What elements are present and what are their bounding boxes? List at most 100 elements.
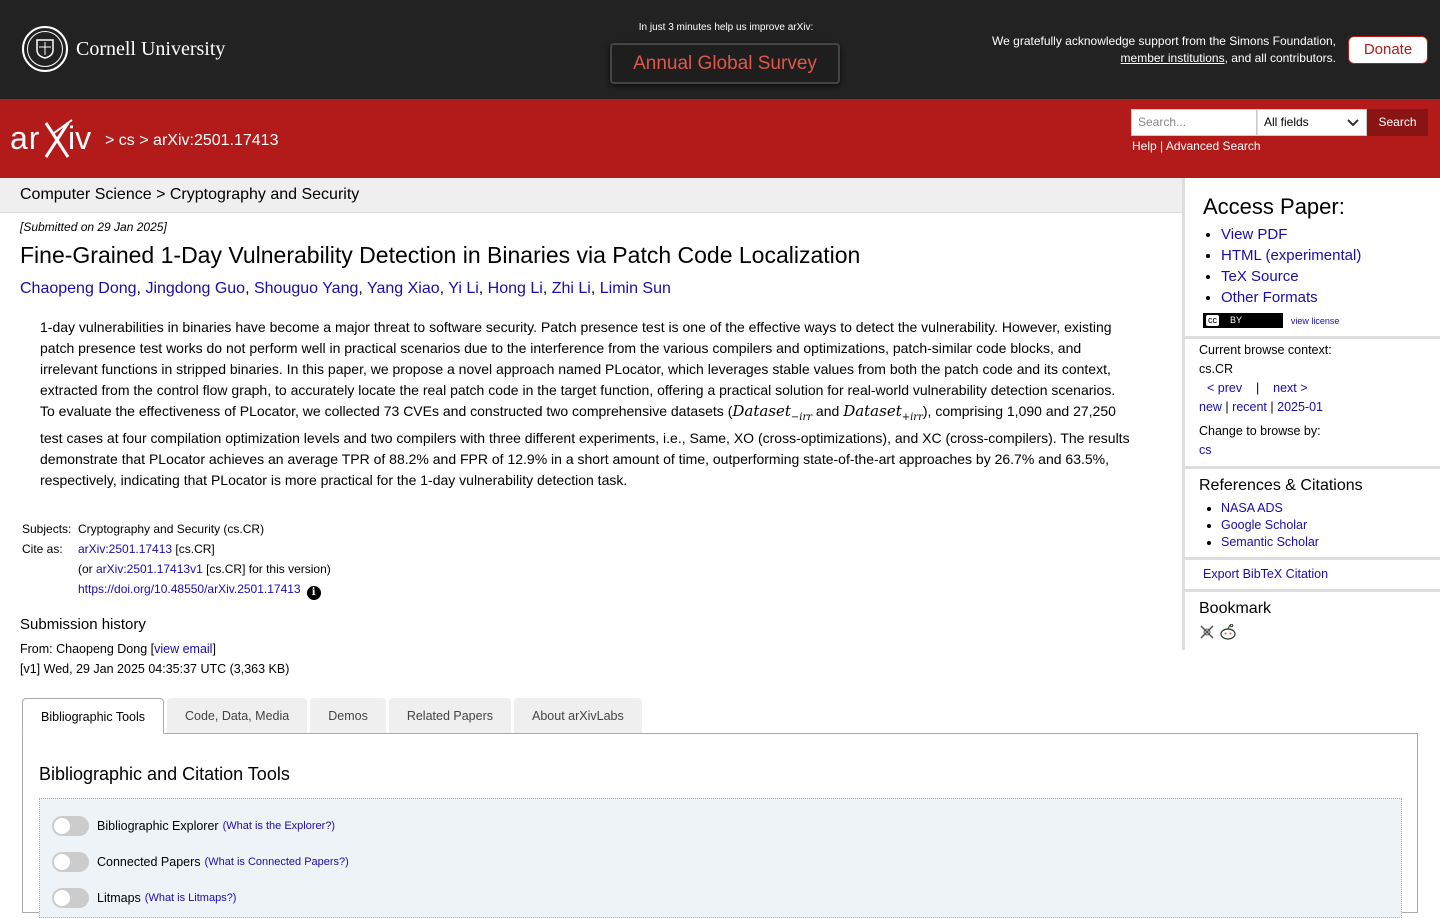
cornell-name: Cornell University [76,37,226,60]
annual-survey-button[interactable]: Annual Global Survey [610,43,840,84]
tab-related-papers[interactable]: Related Papers [388,698,511,734]
tab-panel: Bibliographic and Citation Tools Bibliog… [22,733,1418,918]
author-link[interactable]: Chaopeng Dong [20,280,137,297]
separator: | [1225,399,1229,414]
search-button[interactable]: Search [1367,109,1428,136]
category-header: Computer Science > Cryptography and Secu… [0,178,1182,213]
paper-title: Fine-Grained 1-Day Vulnerability Detecti… [20,242,861,268]
author-link[interactable]: Limin Sun [600,280,671,297]
litmaps-toggle[interactable] [52,888,89,908]
arxiv-header: ar iv > cs > arXiv:2501.17413 Search... … [0,99,1440,178]
month-link[interactable]: 2025-01 [1277,400,1323,414]
author-list: Chaopeng Dong, Jingdong Guo, Shouguo Yan… [20,280,671,297]
cc-by-license-icon[interactable]: cc BY [1203,312,1283,328]
author-link[interactable]: Yi Li [448,280,479,297]
browse-cs-link[interactable]: cs [1199,443,1212,457]
search-field-select[interactable]: All fields [1257,109,1367,136]
browse-context-value: cs.CR [1199,361,1234,376]
math-dataset-irr-plus: Dataset+irr [843,402,923,423]
tool-info-link[interactable]: (What is the Explorer?) [223,820,335,832]
history-bracket: ] [212,642,216,656]
author-link[interactable]: Yang Xiao [367,280,440,297]
abstract-text: and [812,403,844,419]
prev-link[interactable]: < prev [1207,381,1242,395]
math-dataset-irr-minus: Dataset−irr [732,402,813,423]
abstract-paragraph: 1-day vulnerabilities in binaries have b… [40,319,1116,398]
html-link[interactable]: HTML (experimental) [1221,247,1361,264]
view-email-link[interactable]: view email [154,642,212,656]
cornell-seal-icon [22,26,68,72]
breadcrumb-paper-id: arXiv:2501.17413 [153,132,279,149]
submission-date: [Submitted on 29 Jan 2025] [20,220,167,234]
subjects-label: Subjects: [22,522,72,536]
breadcrumb-cs[interactable]: cs [119,132,135,149]
tool-label: Litmaps [97,891,141,905]
list-item: HTML (experimental) [1221,245,1426,266]
list-item: Google Scholar [1221,517,1426,534]
other-formats-link[interactable]: Other Formats [1221,289,1318,306]
export-section: Export BibTeX Citation [1185,560,1440,592]
next-link[interactable]: next > [1273,381,1307,395]
google-scholar-link[interactable]: Google Scholar [1221,518,1307,532]
separator: | [1270,399,1274,414]
doi-link[interactable]: https://doi.org/10.48550/arXiv.2501.1741… [78,582,301,596]
tool-label: Bibliographic Explorer [97,819,219,833]
tex-source-link[interactable]: TeX Source [1221,268,1299,285]
author-link[interactable]: Zhi Li [552,280,591,297]
license-row: cc BY view license [1199,311,1426,328]
export-bibtex-link[interactable]: Export BibTeX Citation [1203,567,1328,581]
member-institutions-link[interactable]: member institutions [1121,51,1225,65]
search-input[interactable]: Search... [1131,109,1257,136]
author-link[interactable]: Hong Li [488,280,543,297]
search-links: Help | Advanced Search [1132,139,1261,153]
cite-version-link[interactable]: arXiv:2501.17413v1 [96,562,203,576]
view-pdf-link[interactable]: View PDF [1221,226,1287,243]
support-text: We gratefully acknowledge support from t… [992,33,1336,67]
advanced-search-link[interactable]: Advanced Search [1166,139,1261,153]
bookmark-section: Bookmark [1185,600,1440,653]
author-link[interactable]: Jingdong Guo [145,280,245,297]
list-item: Other Formats [1221,287,1426,308]
references-list: NASA ADS Google Scholar Semantic Scholar [1201,500,1426,551]
view-license-link[interactable]: view license [1291,316,1340,326]
tool-info-link[interactable]: (What is Connected Papers?) [205,856,349,868]
tab-demos[interactable]: Demos [310,698,386,734]
support-tail: , and all contributors. [1224,51,1336,65]
help-link[interactable]: Help [1132,139,1157,153]
recent-link[interactable]: recent [1232,400,1267,414]
support-line: We gratefully acknowledge support from t… [992,34,1336,48]
labs-tabs: Bibliographic Tools Code, Data, Media De… [22,698,645,734]
new-link[interactable]: new [1199,400,1222,414]
author-link[interactable]: Shouguo Yang [254,280,358,297]
bibsonomy-icon[interactable] [1199,624,1215,643]
tool-row: Connected Papers (What is Connected Pape… [52,852,349,872]
tool-info-link[interactable]: (What is Litmaps?) [145,892,237,904]
panel-heading: Bibliographic and Citation Tools [39,764,290,784]
list-item: TeX Source [1221,266,1426,287]
donate-button[interactable]: Donate [1348,36,1428,64]
main-content: Computer Science > Cryptography and Secu… [0,178,1182,679]
arxiv-logo[interactable]: ar iv [10,119,102,162]
semantic-scholar-link[interactable]: Semantic Scholar [1221,535,1319,549]
list-item: View PDF [1221,224,1426,245]
cite-id-link[interactable]: arXiv:2501.17413 [78,542,172,556]
reddit-icon[interactable] [1219,623,1237,643]
info-icon[interactable]: i [306,586,321,600]
cite-or: (or [78,562,96,576]
svg-text:iv: iv [68,120,91,156]
separator: | [1256,380,1260,395]
browse-context-section: Current browse context: cs.CR < prev | n… [1185,339,1440,469]
tool-label: Connected Papers [97,855,201,869]
svg-text:ar: ar [10,120,40,156]
tab-code-data-media[interactable]: Code, Data, Media [167,698,308,734]
connected-papers-toggle[interactable] [52,852,89,872]
cornell-logo[interactable]: Cornell University [22,26,225,72]
search-bar: Search... All fields Search [1131,109,1428,136]
tab-about-arxivlabs[interactable]: About arXivLabs [514,698,642,734]
access-paper-heading: Access Paper: [1203,194,1345,219]
breadcrumb: > cs > arXiv:2501.17413 [105,132,278,150]
bibliographic-explorer-toggle[interactable] [52,816,89,836]
abstract: 1-day vulnerabilities in binaries have b… [40,317,1140,491]
nasa-ads-link[interactable]: NASA ADS [1221,501,1283,515]
tab-bibliographic-tools[interactable]: Bibliographic Tools [22,698,164,734]
